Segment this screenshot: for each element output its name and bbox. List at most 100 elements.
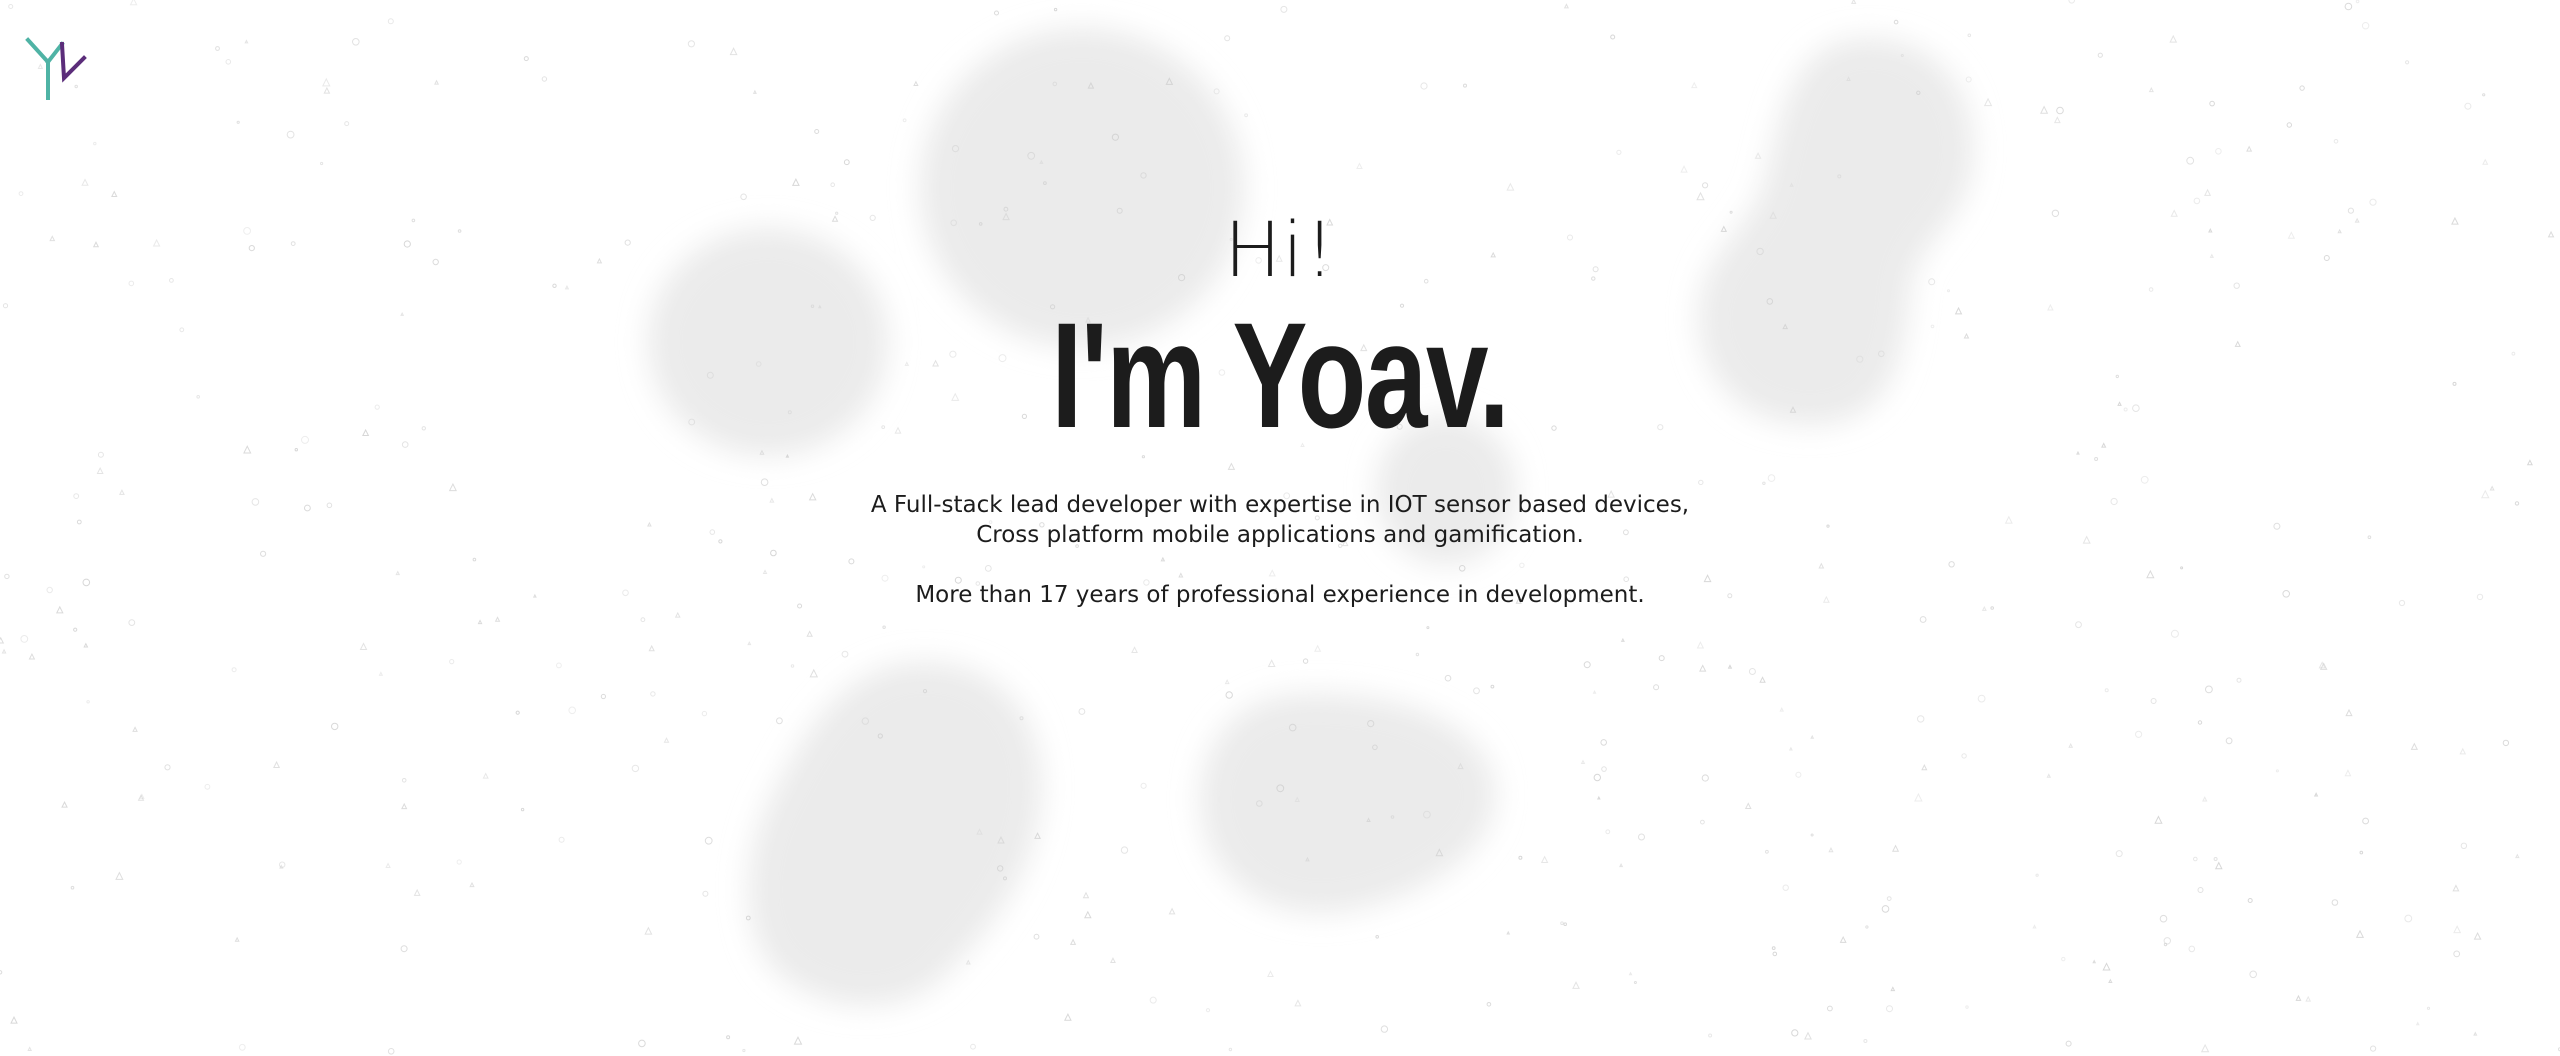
speck xyxy=(1759,676,1766,683)
speck xyxy=(1961,753,1967,759)
speck xyxy=(2295,994,2302,1001)
speck xyxy=(2344,2,2353,11)
speck xyxy=(2249,970,2257,979)
speck xyxy=(2331,899,2339,906)
speck xyxy=(1791,1029,1799,1037)
speck xyxy=(2115,850,2123,858)
speck xyxy=(10,1016,18,1024)
yl-logo-icon[interactable] xyxy=(22,32,90,100)
speck xyxy=(2502,739,2510,747)
speck xyxy=(2482,93,2486,97)
speck xyxy=(2453,925,2462,934)
speck xyxy=(2355,0,2360,4)
speck xyxy=(1168,907,1176,915)
speck xyxy=(1267,970,1274,978)
speck xyxy=(2362,817,2370,825)
speck xyxy=(387,1048,395,1055)
speck xyxy=(1224,679,1230,685)
speck xyxy=(1744,802,1752,810)
speck xyxy=(2213,857,2218,861)
speck xyxy=(378,671,384,676)
speck xyxy=(387,18,394,25)
speck xyxy=(2345,708,2353,717)
speck xyxy=(164,764,171,771)
speck xyxy=(2452,884,2460,892)
speck xyxy=(449,659,455,665)
speck xyxy=(1628,971,1633,976)
speck xyxy=(2361,22,2370,30)
speck xyxy=(2305,995,2312,1002)
speck xyxy=(2370,1045,2377,1052)
speck xyxy=(965,959,971,965)
speck xyxy=(0,636,5,644)
speck xyxy=(1420,82,1428,90)
speck xyxy=(1506,182,1515,191)
speck xyxy=(2135,730,2143,738)
speck xyxy=(644,926,653,935)
speck xyxy=(2515,853,2520,859)
speck xyxy=(2154,815,2163,824)
speck xyxy=(385,862,391,869)
speck xyxy=(8,4,14,9)
speck xyxy=(2202,796,2208,802)
speck xyxy=(1886,1005,1893,1013)
speck xyxy=(1572,981,1580,989)
speck xyxy=(2040,105,2049,114)
speck xyxy=(843,159,850,166)
speck xyxy=(2404,914,2413,923)
blob xyxy=(1200,693,1496,914)
speck xyxy=(244,39,249,44)
speck xyxy=(1839,935,1847,943)
speck xyxy=(132,726,138,732)
speck xyxy=(1580,759,1586,764)
speck xyxy=(1881,905,1890,913)
speck xyxy=(28,652,36,660)
speck xyxy=(2460,842,2468,849)
speck xyxy=(1892,844,1900,852)
speck xyxy=(1034,832,1041,839)
speck xyxy=(2214,861,2223,870)
speck xyxy=(1605,829,1611,835)
blob xyxy=(748,661,1042,1006)
speck xyxy=(322,77,331,87)
speck xyxy=(1795,771,1802,778)
speck xyxy=(1977,694,1986,703)
speck xyxy=(2068,0,2075,4)
speck xyxy=(1375,935,1379,939)
speck xyxy=(2148,86,2154,93)
speck xyxy=(1765,849,1769,854)
speck xyxy=(1917,715,1925,723)
speck xyxy=(18,191,24,197)
speck xyxy=(1,648,7,654)
speck xyxy=(742,1048,746,1053)
speck xyxy=(1658,655,1665,662)
speck xyxy=(2061,956,2066,962)
speck xyxy=(913,80,919,87)
speck xyxy=(1696,641,1705,649)
speck xyxy=(1772,951,1778,957)
speck xyxy=(225,59,232,65)
speck xyxy=(1771,946,1776,950)
speck xyxy=(1965,1005,1969,1009)
speck xyxy=(2150,698,2157,704)
speck xyxy=(1893,19,1899,25)
speck xyxy=(2215,148,2222,155)
speck xyxy=(401,778,407,783)
speck xyxy=(61,801,68,808)
speck xyxy=(568,706,577,715)
speck xyxy=(1583,661,1591,669)
speck xyxy=(1380,1025,1389,1033)
speck xyxy=(1415,652,1420,657)
speck xyxy=(320,161,324,166)
speck xyxy=(2200,1043,2210,1053)
speck xyxy=(2410,742,2418,750)
speck xyxy=(2193,856,2198,862)
speck xyxy=(1473,687,1480,695)
speck xyxy=(740,193,747,201)
speck xyxy=(1804,1031,1812,1040)
speck xyxy=(1619,863,1624,868)
speck xyxy=(2197,887,2204,893)
speck xyxy=(2197,720,2203,725)
speck xyxy=(83,642,89,648)
speck xyxy=(1890,986,1896,992)
